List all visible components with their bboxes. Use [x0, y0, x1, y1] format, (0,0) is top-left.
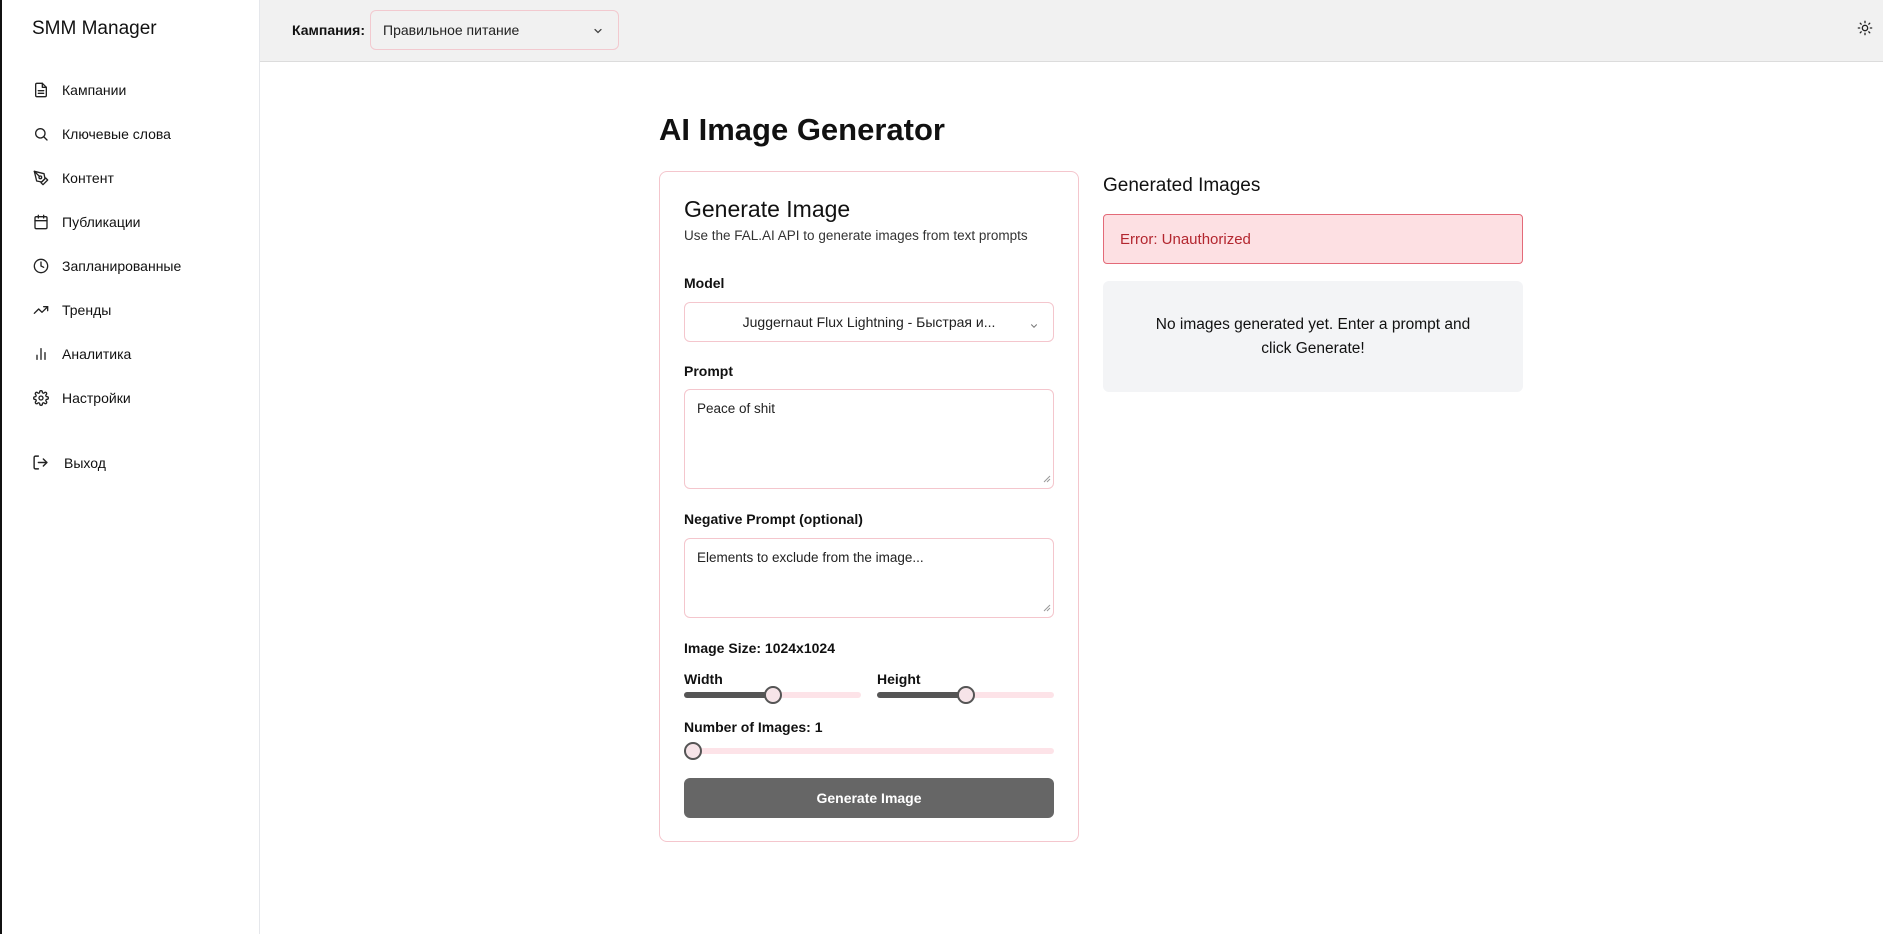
sidebar-item-settings[interactable]: Настройки: [4, 376, 260, 420]
width-label: Width: [684, 671, 723, 687]
sidebar-item-keywords[interactable]: Ключевые слова: [4, 112, 260, 156]
generate-form-card: Generate Image Use the FAL.AI API to gen…: [659, 171, 1079, 842]
trending-icon: [32, 301, 50, 319]
campaign-label: Кампания:: [292, 22, 365, 38]
topbar: Кампания: Правильное питание: [260, 0, 1883, 62]
error-alert: Error: Unauthorized: [1103, 214, 1523, 264]
model-select-value: Juggernaut Flux Lightning - Быстрая и...: [742, 314, 996, 330]
sidebar-item-publications[interactable]: Публикации: [4, 200, 260, 244]
height-label: Height: [877, 671, 921, 687]
negative-prompt-placeholder: Elements to exclude from the image...: [697, 550, 924, 565]
bar-chart-icon: [32, 345, 50, 363]
app-window: SMM Manager Кампании Ключевые слова Конт…: [0, 0, 1883, 934]
sidebar-item-content[interactable]: Контент: [4, 156, 260, 200]
logout-button[interactable]: Выход: [32, 454, 106, 472]
negative-prompt-input[interactable]: Elements to exclude from the image...: [684, 538, 1054, 618]
prompt-label: Prompt: [684, 363, 733, 379]
calendar-icon: [32, 213, 50, 231]
slider-thumb[interactable]: [763, 686, 782, 704]
chevron-down-icon: [592, 24, 604, 42]
sidebar-item-label: Кампании: [62, 82, 127, 98]
prompt-input[interactable]: Peace of shit: [684, 389, 1054, 489]
slider-fill: [877, 692, 966, 698]
sidebar-item-campaigns[interactable]: Кампании: [4, 68, 260, 112]
model-label: Model: [684, 275, 725, 291]
height-slider[interactable]: [877, 686, 1054, 704]
slider-track: [684, 748, 1054, 754]
sidebar-nav: Кампании Ключевые слова Контент Публикац…: [4, 68, 260, 420]
sun-icon: [1857, 20, 1873, 40]
generated-images-title: Generated Images: [1103, 175, 1261, 196]
empty-state: No images generated yet. Enter a prompt …: [1103, 281, 1523, 392]
logout-icon: [32, 454, 50, 472]
sidebar-item-label: Тренды: [62, 302, 112, 318]
card-description: Use the FAL.AI API to generate images fr…: [684, 228, 1028, 243]
negative-prompt-label: Negative Prompt (optional): [684, 511, 863, 527]
prompt-input-value: Peace of shit: [697, 401, 776, 416]
slider-thumb[interactable]: [684, 742, 702, 760]
width-slider[interactable]: [684, 686, 861, 704]
sidebar-item-label: Настройки: [62, 390, 131, 406]
num-images-label: Number of Images: 1: [684, 719, 823, 735]
sidebar-item-label: Контент: [62, 170, 114, 186]
campaign-select[interactable]: Правильное питание: [370, 10, 619, 50]
gear-icon: [32, 389, 50, 407]
sidebar-item-trends[interactable]: Тренды: [4, 288, 260, 332]
sidebar-item-analytics[interactable]: Аналитика: [4, 332, 260, 376]
card-title: Generate Image: [684, 196, 851, 222]
document-icon: [32, 81, 50, 99]
slider-fill: [684, 692, 773, 698]
empty-state-message: No images generated yet. Enter a prompt …: [1155, 315, 1471, 357]
clock-icon: [32, 257, 50, 275]
model-select[interactable]: Juggernaut Flux Lightning - Быстрая и...: [684, 302, 1054, 342]
num-images-slider[interactable]: [684, 742, 1054, 760]
image-size-label: Image Size: 1024x1024: [684, 640, 835, 656]
sidebar-item-label: Ключевые слова: [62, 126, 171, 142]
error-message: Error: Unauthorized: [1120, 230, 1251, 248]
chevron-down-icon: [1029, 318, 1039, 336]
logout-label: Выход: [64, 455, 106, 471]
campaign-select-value: Правильное питание: [383, 22, 520, 38]
sidebar-item-scheduled[interactable]: Запланированные: [4, 244, 260, 288]
search-icon: [32, 125, 50, 143]
sidebar-item-label: Аналитика: [62, 346, 132, 362]
brand-title: SMM Manager: [32, 18, 157, 39]
sidebar-item-label: Запланированные: [62, 258, 182, 274]
slider-thumb[interactable]: [956, 686, 975, 704]
page-title: AI Image Generator: [659, 112, 945, 147]
resize-grip-icon[interactable]: [1043, 600, 1051, 615]
theme-toggle-button[interactable]: [1857, 20, 1877, 40]
sidebar: SMM Manager Кампании Ключевые слова Конт…: [4, 0, 260, 934]
pen-icon: [32, 169, 50, 187]
generate-image-button[interactable]: Generate Image: [684, 778, 1054, 818]
resize-grip-icon[interactable]: [1043, 471, 1051, 486]
sidebar-item-label: Публикации: [62, 214, 141, 230]
